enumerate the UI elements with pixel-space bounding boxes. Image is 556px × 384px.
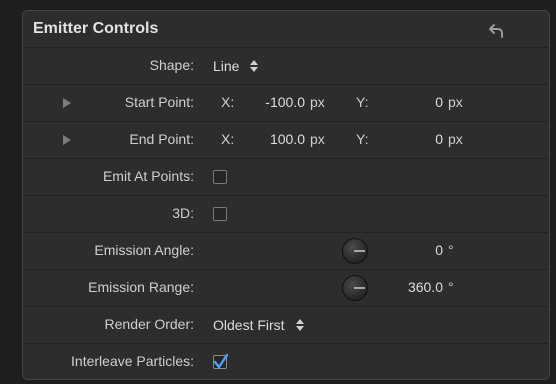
shape-popup[interactable]: Line bbox=[213, 53, 259, 79]
shape-value: Line bbox=[213, 58, 240, 74]
emission-range-label: Emission Range: bbox=[88, 279, 194, 295]
render-order-popup[interactable]: Oldest First bbox=[213, 312, 305, 338]
start-point-y-label: Y: bbox=[356, 94, 369, 110]
3d-label: 3D: bbox=[172, 205, 194, 221]
row-shape: Shape: Line bbox=[23, 48, 549, 85]
checkmark-icon bbox=[213, 353, 229, 369]
emission-range-field[interactable]: 360.0 bbox=[383, 279, 443, 295]
row-emit-at-points: Emit At Points: bbox=[23, 159, 549, 196]
end-point-x-unit: px bbox=[310, 131, 325, 147]
start-point-x-label: X: bbox=[221, 94, 235, 110]
reset-arrow-icon bbox=[489, 24, 503, 38]
start-point-x-unit: px bbox=[310, 94, 325, 110]
row-end-point: End Point: X: 100.0 px Y: 0 px bbox=[23, 122, 549, 159]
end-point-x-label: X: bbox=[221, 131, 235, 147]
start-point-y-field[interactable]: 0 bbox=[403, 94, 443, 110]
start-point-disclosure-triangle-icon[interactable] bbox=[63, 98, 71, 108]
panel-title: Emitter Controls bbox=[33, 20, 159, 37]
emission-range-unit: ° bbox=[448, 279, 454, 295]
popup-arrows-icon bbox=[249, 59, 259, 73]
reset-button[interactable] bbox=[486, 19, 508, 41]
emitter-controls-panel: Emitter Controls Shape: Line Start Point… bbox=[22, 10, 550, 380]
dial-needle bbox=[354, 287, 365, 289]
interleave-particles-label: Interleave Particles: bbox=[71, 353, 194, 369]
end-point-disclosure-triangle-icon[interactable] bbox=[63, 135, 71, 145]
emit-at-points-checkbox[interactable] bbox=[213, 170, 227, 184]
row-render-order: Render Order: Oldest First bbox=[23, 307, 549, 344]
row-emission-range: Emission Range: 360.0 ° bbox=[23, 270, 549, 307]
end-point-y-label: Y: bbox=[356, 131, 369, 147]
emission-angle-unit: ° bbox=[448, 242, 454, 258]
shape-label: Shape: bbox=[149, 57, 194, 73]
emission-range-dial-icon[interactable] bbox=[342, 275, 368, 301]
row-interleave-particles: Interleave Particles: bbox=[23, 344, 549, 379]
popup-arrows-icon bbox=[295, 318, 305, 332]
end-point-label: End Point: bbox=[129, 131, 194, 147]
start-point-y-unit: px bbox=[448, 94, 463, 110]
end-point-y-field[interactable]: 0 bbox=[403, 131, 443, 147]
emission-angle-dial-icon[interactable] bbox=[342, 238, 368, 264]
start-point-label: Start Point: bbox=[124, 94, 194, 110]
dial-needle bbox=[354, 250, 365, 252]
render-order-value: Oldest First bbox=[213, 317, 285, 333]
interleave-particles-checkbox[interactable] bbox=[213, 353, 229, 369]
render-order-label: Render Order: bbox=[104, 316, 194, 332]
end-point-y-unit: px bbox=[448, 131, 463, 147]
emit-at-points-label: Emit At Points: bbox=[102, 168, 194, 184]
end-point-x-field[interactable]: 100.0 bbox=[245, 131, 305, 147]
3d-checkbox[interactable] bbox=[213, 207, 227, 221]
row-emission-angle: Emission Angle: 0 ° bbox=[23, 233, 549, 270]
panel-header: Emitter Controls bbox=[23, 11, 549, 48]
emission-angle-field[interactable]: 0 bbox=[393, 242, 443, 258]
emission-angle-label: Emission Angle: bbox=[94, 242, 194, 258]
row-3d: 3D: bbox=[23, 196, 549, 233]
start-point-x-field[interactable]: -100.0 bbox=[245, 94, 305, 110]
row-start-point: Start Point: X: -100.0 px Y: 0 px bbox=[23, 85, 549, 122]
